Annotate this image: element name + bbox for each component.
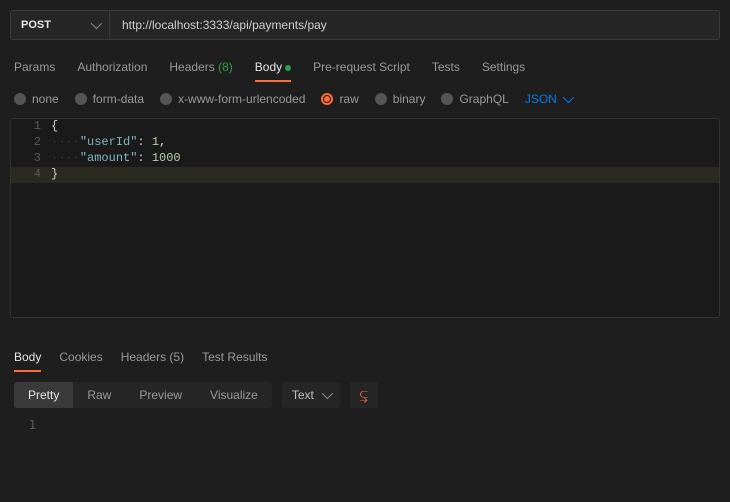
tab-tests[interactable]: Tests <box>432 56 460 82</box>
radio-raw[interactable]: raw <box>321 92 358 106</box>
resp-tab-headers[interactable]: Headers (5) <box>121 346 184 372</box>
response-tabs: Body Cookies Headers (5) Test Results <box>0 332 730 372</box>
request-body-editor[interactable]: 1 { 2 ····"userId": 1, 3 ····"amount": 1… <box>10 118 720 318</box>
wrap-lines-button[interactable]: ⥹ <box>350 382 378 408</box>
line-number: 4 <box>11 167 51 183</box>
body-type-row: none form-data x-www-form-urlencoded raw… <box>0 82 730 118</box>
response-type-select[interactable]: Text <box>282 382 340 408</box>
tab-params[interactable]: Params <box>14 56 55 82</box>
tab-authorization[interactable]: Authorization <box>77 56 147 82</box>
tab-headers[interactable]: Headers (8) <box>169 56 232 82</box>
chevron-down-icon <box>91 18 102 29</box>
view-preview-button[interactable]: Preview <box>125 382 196 408</box>
chevron-down-icon <box>563 92 574 103</box>
radio-icon <box>75 93 87 105</box>
radio-icon <box>14 93 26 105</box>
url-text: http://localhost:3333/api/payments/pay <box>122 18 327 32</box>
method-label: POST <box>21 19 51 31</box>
line-number: 1 <box>10 418 46 434</box>
code-line: ····"amount": 1000 <box>51 151 719 167</box>
radio-icon <box>321 93 333 105</box>
body-format-select[interactable]: JSON <box>525 92 571 106</box>
chevron-down-icon <box>322 388 333 399</box>
radio-urlencoded[interactable]: x-www-form-urlencoded <box>160 92 305 106</box>
code-line: } <box>51 167 719 183</box>
radio-graphql[interactable]: GraphQL <box>441 92 508 106</box>
code-line <box>46 418 720 434</box>
radio-icon <box>375 93 387 105</box>
resp-tab-cookies[interactable]: Cookies <box>59 346 102 372</box>
radio-binary[interactable]: binary <box>375 92 426 106</box>
radio-form-data[interactable]: form-data <box>75 92 144 106</box>
body-format-label: JSON <box>525 92 557 106</box>
url-input[interactable]: http://localhost:3333/api/payments/pay <box>110 10 720 40</box>
view-pretty-button[interactable]: Pretty <box>14 382 73 408</box>
view-raw-button[interactable]: Raw <box>73 382 125 408</box>
response-body-editor[interactable]: 1 <box>10 418 720 434</box>
response-toolbar: Pretty Raw Preview Visualize Text ⥹ <box>0 372 730 418</box>
modified-indicator-icon <box>285 65 291 71</box>
code-line: { <box>51 119 719 135</box>
radio-none[interactable]: none <box>14 92 59 106</box>
view-visualize-button[interactable]: Visualize <box>196 382 272 408</box>
radio-icon <box>441 93 453 105</box>
radio-icon <box>160 93 172 105</box>
resp-tab-body[interactable]: Body <box>14 346 41 372</box>
tab-prerequest[interactable]: Pre-request Script <box>313 56 410 82</box>
line-number: 1 <box>11 119 51 135</box>
wrap-lines-icon: ⥹ <box>360 388 368 402</box>
response-view-segment: Pretty Raw Preview Visualize <box>14 382 272 408</box>
response-type-label: Text <box>292 388 314 402</box>
request-tabs: Params Authorization Headers (8) Body Pr… <box>0 50 730 82</box>
line-number: 3 <box>11 151 51 167</box>
code-line: ····"userId": 1, <box>51 135 719 151</box>
tab-settings[interactable]: Settings <box>482 56 525 82</box>
resp-tab-test-results[interactable]: Test Results <box>202 346 267 372</box>
line-number: 2 <box>11 135 51 151</box>
tab-body[interactable]: Body <box>255 56 291 82</box>
http-method-select[interactable]: POST <box>10 10 110 40</box>
